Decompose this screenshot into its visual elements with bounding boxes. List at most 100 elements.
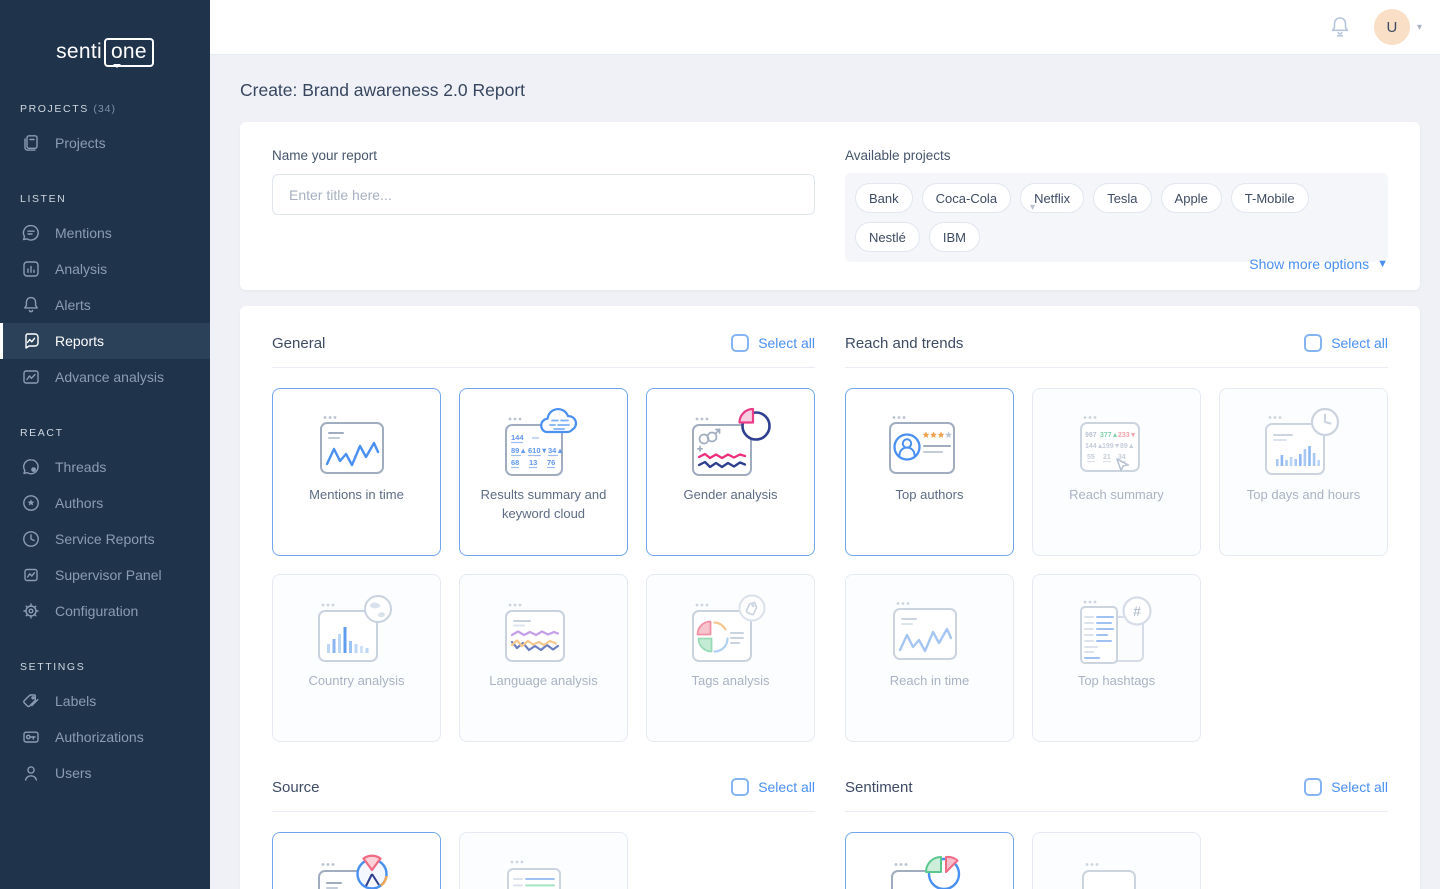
- widget-card-sentiment-gauge[interactable]: [1032, 832, 1201, 889]
- widget-card-label: Top authors: [885, 485, 975, 504]
- available-projects-label: Available projects: [845, 148, 1388, 163]
- sidebar-item-advance-analysis[interactable]: Advance analysis: [0, 359, 210, 395]
- sidebar-item-service-reports[interactable]: Service Reports: [0, 521, 210, 557]
- widget-card-tags-analysis[interactable]: Tags analysis: [646, 574, 815, 742]
- section-general: General Select all Mentions in time: [272, 334, 815, 742]
- svg-text:987: 987: [1085, 432, 1097, 439]
- sentiment-cards-grid: [845, 832, 1388, 889]
- notifications-bell-icon[interactable]: [1328, 15, 1352, 39]
- sidebar-item-configuration[interactable]: Configuration: [0, 593, 210, 629]
- widget-card-top-hashtags[interactable]: # Top hashtags: [1032, 574, 1201, 742]
- widget-card-country-analysis[interactable]: Country analysis: [272, 574, 441, 742]
- sidebar-item-users[interactable]: Users: [0, 755, 210, 791]
- show-more-options-link[interactable]: Show more options ▼: [1249, 256, 1388, 272]
- widget-card-label: Tags analysis: [680, 671, 780, 690]
- name-report-column: Name your report ▾: [272, 148, 815, 264]
- sidebar-item-alerts[interactable]: Alerts: [0, 287, 210, 323]
- select-all-checkbox[interactable]: [1304, 778, 1322, 796]
- section-title: Sentiment: [845, 779, 913, 796]
- avatar-initial: U: [1387, 19, 1398, 36]
- svg-text:68: 68: [511, 458, 519, 467]
- sidebar-item-label: Service Reports: [55, 531, 155, 547]
- results-summary-keyword-cloud-icon: 144 89▲ 610▼ 34▲ 68 13 76: [496, 409, 592, 483]
- sidebar-item-threads[interactable]: Threads: [0, 449, 210, 485]
- sentiment-gauge-icon: [1069, 853, 1165, 889]
- show-more-caret-icon: ▼: [1377, 258, 1388, 270]
- top-days-and-hours-icon: [1256, 409, 1352, 483]
- available-projects-column: Available projects Bank Coca-Cola Netfli…: [845, 148, 1388, 264]
- project-chip-netflix[interactable]: Netflix: [1020, 183, 1084, 213]
- widget-card-source-list[interactable]: [459, 832, 628, 889]
- widget-card-reach-summary[interactable]: 987 377▲ 233▼ 144▲ 199▼ 89▲ 55 21 34: [1032, 388, 1201, 556]
- widget-card-gender-analysis[interactable]: Gender analysis: [646, 388, 815, 556]
- project-chip-bank[interactable]: Bank: [855, 183, 913, 213]
- report-title-input[interactable]: [272, 174, 815, 215]
- widget-card-label: Top days and hours: [1236, 485, 1371, 504]
- sidebar-item-projects[interactable]: Projects: [0, 125, 210, 161]
- sidebar-item-label: Advance analysis: [55, 369, 164, 385]
- user-menu-caret-icon[interactable]: ▾: [1417, 22, 1422, 33]
- widget-card-mentions-in-time[interactable]: Mentions in time: [272, 388, 441, 556]
- sentiment-select-all[interactable]: Select all: [1304, 778, 1388, 796]
- svg-text:89▲: 89▲: [1120, 443, 1135, 450]
- select-all-checkbox[interactable]: [731, 778, 749, 796]
- source-pie-chart-icon: [309, 853, 405, 889]
- general-select-all[interactable]: Select all: [731, 334, 815, 352]
- nav-section-projects: PROJECTS (34): [0, 103, 210, 115]
- project-chip-coca-cola[interactable]: Coca-Cola: [922, 183, 1011, 213]
- topbar: U ▾: [210, 0, 1440, 55]
- widget-card-label: Reach summary: [1058, 485, 1175, 504]
- svg-text:55: 55: [1087, 454, 1095, 461]
- user-avatar[interactable]: U: [1374, 9, 1410, 45]
- authors-icon: [21, 493, 41, 513]
- sidebar-item-label: Authors: [55, 495, 103, 511]
- svg-text:199▼: 199▼: [1102, 443, 1121, 450]
- sidebar-item-authorizations[interactable]: Authorizations: [0, 719, 210, 755]
- svg-text:233▼: 233▼: [1118, 432, 1137, 439]
- widget-card-results-summary[interactable]: 144 89▲ 610▼ 34▲ 68 13 76: [459, 388, 628, 556]
- sidebar-item-reports[interactable]: Reports: [0, 323, 210, 359]
- svg-text:#: #: [1133, 603, 1141, 619]
- widget-card-top-days-and-hours[interactable]: Top days and hours: [1219, 388, 1388, 556]
- alerts-icon: [21, 295, 41, 315]
- mentions-in-time-icon: [309, 409, 405, 483]
- select-all-checkbox[interactable]: [1304, 334, 1322, 352]
- project-chip-nestle[interactable]: Nestlé: [855, 222, 920, 252]
- project-chip-tesla[interactable]: Tesla: [1093, 183, 1151, 213]
- widget-sections-panel: General Select all Mentions in time: [240, 306, 1420, 889]
- project-chip-apple[interactable]: Apple: [1161, 183, 1222, 213]
- sentiment-pie-chart-icon: [882, 853, 978, 889]
- sentione-logo: sentione: [0, 38, 210, 67]
- configuration-icon: [21, 601, 41, 621]
- sidebar-item-mentions[interactable]: Mentions: [0, 215, 210, 251]
- reach-select-all[interactable]: Select all: [1304, 334, 1388, 352]
- sidebar-item-label: Configuration: [55, 603, 138, 619]
- widget-card-source-pie[interactable]: [272, 832, 441, 889]
- select-all-checkbox[interactable]: [731, 334, 749, 352]
- section-title: Reach and trends: [845, 335, 963, 352]
- gender-analysis-icon: [683, 409, 779, 483]
- sidebar-item-label: Alerts: [55, 297, 91, 313]
- projects-count: (34): [93, 103, 116, 115]
- select-all-label: Select all: [758, 779, 815, 795]
- sidebar-item-labels[interactable]: Labels: [0, 683, 210, 719]
- project-chip-ibm[interactable]: IBM: [929, 222, 980, 252]
- sidebar-item-label: Threads: [55, 459, 106, 475]
- sidebar-item-supervisor-panel[interactable]: Supervisor Panel: [0, 557, 210, 593]
- sidebar-item-analysis[interactable]: Analysis: [0, 251, 210, 287]
- source-select-all[interactable]: Select all: [731, 778, 815, 796]
- widget-card-language-analysis[interactable]: Language analysis: [459, 574, 628, 742]
- widget-card-label: Top hashtags: [1067, 671, 1166, 690]
- sidebar-item-label: Mentions: [55, 225, 112, 241]
- show-more-options-label: Show more options: [1249, 256, 1369, 272]
- sidebar-item-authors[interactable]: Authors: [0, 485, 210, 521]
- section-source-header: Source Select all: [272, 778, 815, 812]
- svg-text:144: 144: [511, 433, 524, 442]
- general-cards-grid: Mentions in time 144 89▲ 610▼ 34▲ 68 13: [272, 388, 815, 742]
- widget-card-reach-in-time[interactable]: Reach in time: [845, 574, 1014, 742]
- widget-card-sentiment-pie[interactable]: [845, 832, 1014, 889]
- widget-card-top-authors[interactable]: Top authors: [845, 388, 1014, 556]
- project-chip-t-mobile[interactable]: T-Mobile: [1231, 183, 1309, 213]
- supervisor-panel-icon: [21, 565, 41, 585]
- nav-section-settings: SETTINGS: [0, 661, 210, 673]
